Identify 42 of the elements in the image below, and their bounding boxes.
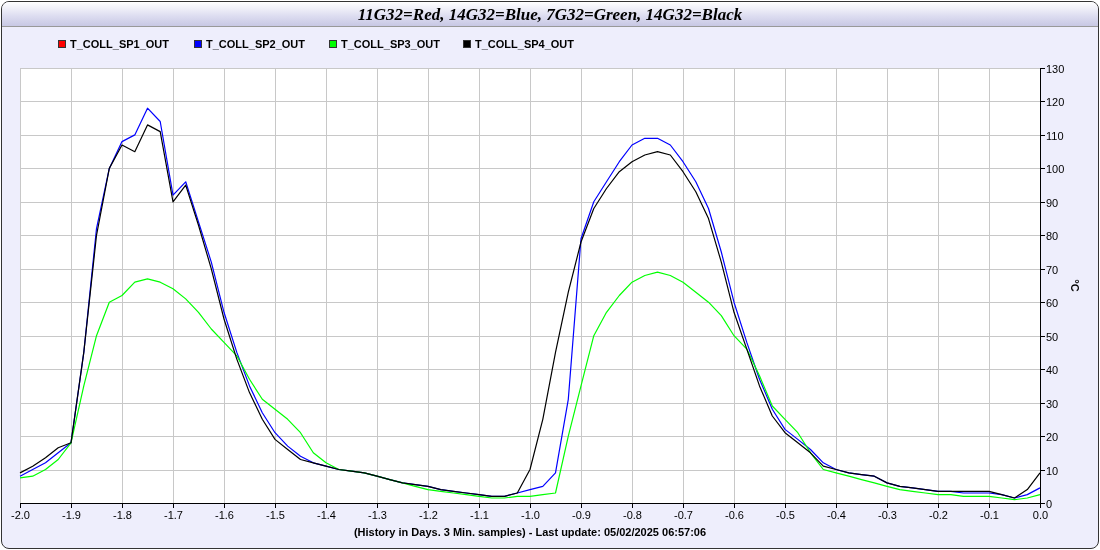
tick-label: 0 xyxy=(1046,497,1053,510)
tick-label: -1.3 xyxy=(368,509,387,521)
tick-label: -2.0 xyxy=(11,509,30,521)
legend-label: T_COLL_SP4_OUT xyxy=(475,38,575,50)
tick-label: -1.1 xyxy=(470,509,489,521)
tick-label: 120 xyxy=(1046,95,1065,108)
tick-label: 70 xyxy=(1046,263,1059,276)
tick-label: 20 xyxy=(1046,430,1059,443)
tick-label: 80 xyxy=(1046,229,1059,242)
tick-label: -1.8 xyxy=(113,509,132,521)
tick-label: 130 xyxy=(1046,62,1065,75)
legend-label: T_COLL_SP1_OUT xyxy=(70,38,170,50)
tick-label: 50 xyxy=(1046,330,1059,343)
tick-label: 110 xyxy=(1046,129,1064,142)
tick-label: 0.0 xyxy=(1032,509,1049,521)
axis-title: °C xyxy=(1069,279,1081,292)
tick-label: -1.4 xyxy=(317,509,336,521)
tick-label: -0.9 xyxy=(572,509,591,521)
tick-label: -1.2 xyxy=(419,509,438,521)
tick-label: -1.6 xyxy=(215,509,234,521)
tick-label: -0.5 xyxy=(776,509,795,521)
legend-label: T_COLL_SP3_OUT xyxy=(341,38,441,50)
tick-label: 100 xyxy=(1046,162,1065,175)
tick-label: 30 xyxy=(1046,397,1059,410)
tick-label: -1.5 xyxy=(266,509,285,521)
axis-title: (History in Days. 3 Min. samples) - Last update: 05/02/2025 06:57:06 xyxy=(353,526,707,538)
window-title: 11G32=Red, 14G32=Blue, 7G32=Green, 14G32=Black xyxy=(2,2,1098,27)
tick-label: 40 xyxy=(1046,363,1059,376)
tick-label: 90 xyxy=(1046,196,1059,209)
tick-label: -0.7 xyxy=(674,509,693,521)
tick-label: -0.6 xyxy=(725,509,744,521)
legend-label: T_COLL_SP2_OUT xyxy=(206,38,306,50)
tick-label: 10 xyxy=(1046,464,1059,477)
tick-label: -0.1 xyxy=(980,509,999,521)
tick-label: -1.9 xyxy=(62,509,81,521)
tick-label: -0.4 xyxy=(827,509,846,521)
tick-label: -0.2 xyxy=(929,509,948,521)
tick-label: -1.0 xyxy=(521,509,540,521)
tick-label: 60 xyxy=(1046,296,1059,309)
tick-label: -0.3 xyxy=(878,509,897,521)
tick-label: -1.7 xyxy=(164,509,183,521)
tick-label: -0.8 xyxy=(623,509,642,521)
